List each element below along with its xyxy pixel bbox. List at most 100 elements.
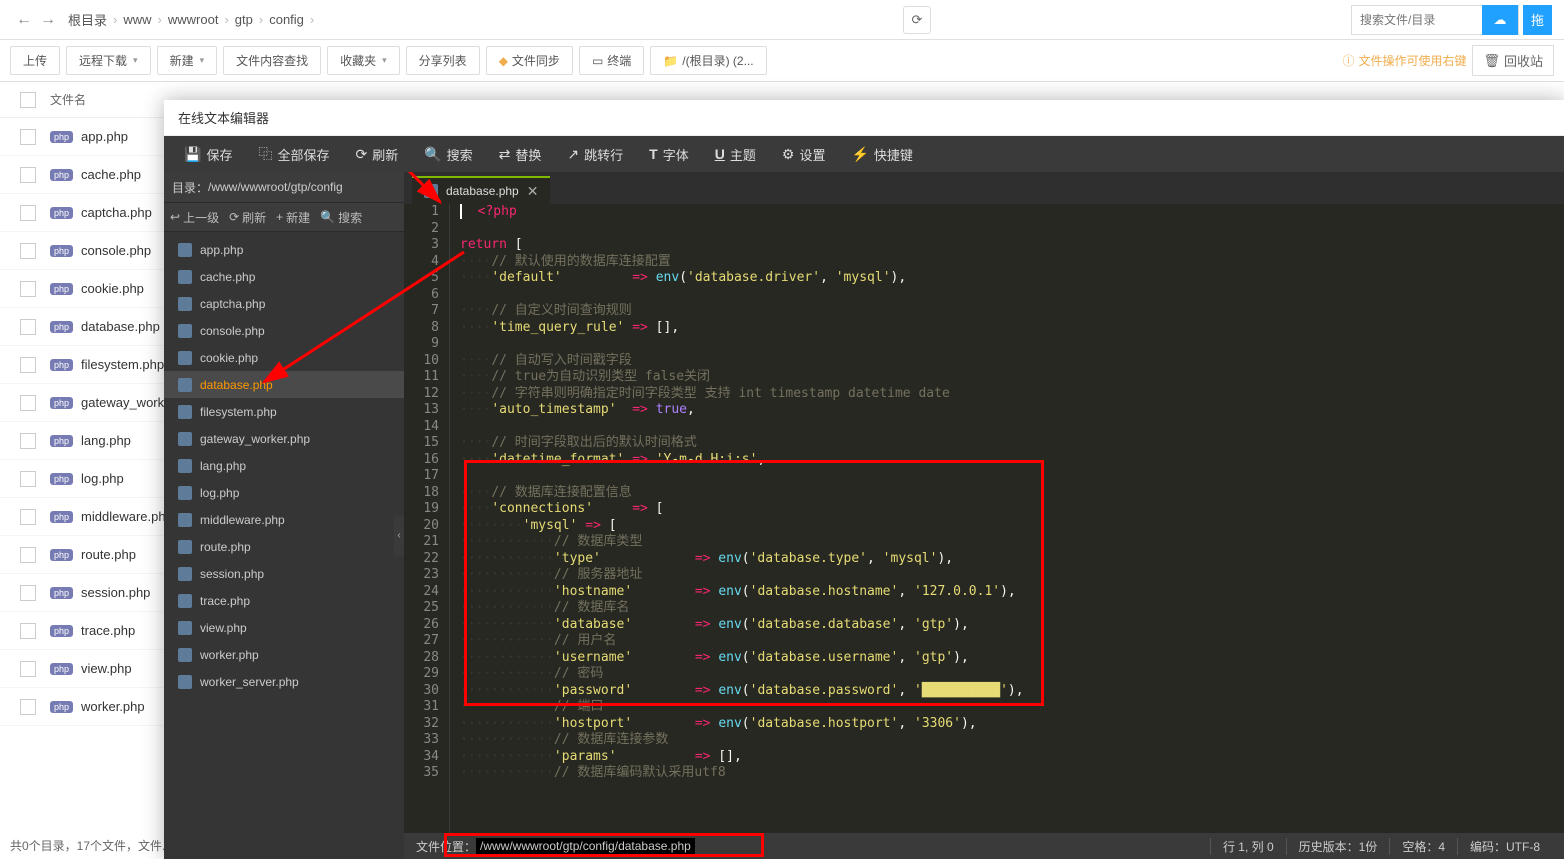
row-checkbox[interactable]: [20, 281, 36, 297]
select-all-checkbox[interactable]: [20, 92, 36, 108]
row-checkbox[interactable]: [20, 167, 36, 183]
tree-item[interactable]: filesystem.php: [164, 398, 404, 425]
close-icon[interactable]: ✕: [527, 183, 539, 200]
row-checkbox[interactable]: [20, 243, 36, 259]
tree-item[interactable]: worker_server.php: [164, 668, 404, 695]
tree-item-label: lang.php: [200, 459, 246, 473]
php-icon: php: [50, 435, 73, 447]
search-input[interactable]: [1352, 13, 1482, 27]
tree-item[interactable]: trace.php: [164, 587, 404, 614]
goto-icon: ↗: [567, 146, 579, 163]
new-button[interactable]: 新建: [157, 46, 218, 75]
tree-item[interactable]: route.php: [164, 533, 404, 560]
file-sync-button[interactable]: ◆文件同步: [486, 46, 573, 75]
upload-button[interactable]: 上传: [10, 46, 60, 75]
breadcrumb-item[interactable]: gtp: [235, 12, 253, 27]
tree-item[interactable]: worker.php: [164, 641, 404, 668]
row-checkbox[interactable]: [20, 395, 36, 411]
editor-goto-button[interactable]: ↗跳转行: [555, 139, 635, 170]
trash-button[interactable]: 🗑回收站: [1472, 45, 1554, 76]
row-checkbox[interactable]: [20, 205, 36, 221]
php-file-icon: [178, 243, 192, 257]
file-name: view.php: [81, 661, 132, 676]
editor-search-button[interactable]: 🔍搜索: [412, 139, 484, 170]
breadcrumb-root[interactable]: 根目录: [68, 10, 107, 29]
row-checkbox[interactable]: [20, 661, 36, 677]
row-checkbox[interactable]: [20, 471, 36, 487]
tree-item-label: session.php: [200, 567, 264, 581]
nav-back-icon[interactable]: ←: [12, 8, 36, 32]
tree-item[interactable]: console.php: [164, 317, 404, 344]
share-list-button[interactable]: 分享列表: [406, 46, 480, 75]
tree-path: 目录：/www/wwwroot/gtp/config: [164, 172, 404, 202]
root-dir-button[interactable]: 📁/(根目录) (2...: [650, 46, 766, 75]
editor-refresh-button[interactable]: ⟳刷新: [343, 139, 410, 170]
tree-item[interactable]: middleware.php: [164, 506, 404, 533]
editor-settings-button[interactable]: ⚙设置: [770, 139, 838, 170]
breadcrumb-item[interactable]: wwwroot: [168, 12, 219, 27]
editor-tabs: database.php ✕: [404, 172, 1564, 204]
tree-up-button[interactable]: ↩ 上一级: [170, 209, 219, 226]
collapse-handle[interactable]: ‹: [394, 516, 404, 556]
editor-font-button[interactable]: T字体: [637, 139, 701, 170]
tree-item[interactable]: session.php: [164, 560, 404, 587]
editor-tab[interactable]: database.php ✕: [412, 176, 550, 204]
tree-item[interactable]: log.php: [164, 479, 404, 506]
status-file-path: /www/wwwroot/gtp/config/database.php: [476, 838, 695, 854]
tree-item[interactable]: cookie.php: [164, 344, 404, 371]
tree-item[interactable]: captcha.php: [164, 290, 404, 317]
file-name: captcha.php: [81, 205, 152, 220]
file-name: trace.php: [81, 623, 135, 638]
terminal-button[interactable]: ▭终端: [579, 46, 644, 75]
editor-theme-button[interactable]: U主题: [703, 139, 768, 170]
row-checkbox[interactable]: [20, 319, 36, 335]
file-name: database.php: [81, 319, 160, 334]
row-checkbox[interactable]: [20, 623, 36, 639]
cloud-icon[interactable]: ☁: [1482, 5, 1518, 35]
favorites-button[interactable]: 收藏夹: [327, 46, 400, 75]
tree-item[interactable]: app.php: [164, 236, 404, 263]
editor-shortcuts-button[interactable]: ⚡快捷键: [839, 139, 924, 170]
breadcrumb-item[interactable]: www: [123, 12, 151, 27]
row-checkbox[interactable]: [20, 433, 36, 449]
php-file-icon: [178, 540, 192, 554]
replace-icon: ⇄: [499, 146, 511, 163]
tree-item[interactable]: view.php: [164, 614, 404, 641]
tree-item-label: gateway_worker.php: [200, 432, 310, 446]
php-file-icon: [178, 459, 192, 473]
row-checkbox[interactable]: [20, 699, 36, 715]
tree-item[interactable]: lang.php: [164, 452, 404, 479]
tree-item[interactable]: cache.php: [164, 263, 404, 290]
tree-search-button[interactable]: 🔍 搜索: [320, 209, 362, 226]
tree-item-label: worker_server.php: [200, 675, 299, 689]
editor-save-button[interactable]: 💾保存: [172, 139, 244, 170]
row-checkbox[interactable]: [20, 585, 36, 601]
code-editor[interactable]: 1234567891011121314151617181920212223242…: [404, 204, 1564, 833]
tree-item-label: console.php: [200, 324, 265, 338]
top-bar: ← → 根目录 › www › wwwroot › gtp › config ›…: [0, 0, 1564, 40]
remote-download-button[interactable]: 远程下载: [66, 46, 151, 75]
content-search-button[interactable]: 文件内容查找: [223, 46, 321, 75]
tree-item[interactable]: gateway_worker.php: [164, 425, 404, 452]
php-file-icon: [178, 594, 192, 608]
editor-save-all-button[interactable]: ⿻全部保存: [246, 138, 341, 170]
refresh-button[interactable]: ⟳: [903, 6, 931, 34]
php-file-icon: [178, 675, 192, 689]
tree-new-button[interactable]: + 新建: [276, 209, 310, 226]
row-checkbox[interactable]: [20, 547, 36, 563]
row-checkbox[interactable]: [20, 509, 36, 525]
tree-item-label: route.php: [200, 540, 251, 554]
row-checkbox[interactable]: [20, 129, 36, 145]
tree-item[interactable]: database.php: [164, 371, 404, 398]
editor-main: ‹ database.php ✕ 12345678910111213141516…: [404, 172, 1564, 859]
nav-forward-icon[interactable]: →: [36, 8, 60, 32]
tree-item-label: worker.php: [200, 648, 259, 662]
tree-refresh-button[interactable]: ⟳ 刷新: [229, 209, 266, 226]
breadcrumb-item[interactable]: config: [269, 12, 304, 27]
status-history[interactable]: 历史版本：1份: [1286, 838, 1390, 855]
editor-replace-button[interactable]: ⇄替换: [487, 139, 554, 170]
php-file-icon: [178, 405, 192, 419]
php-file-icon: [178, 297, 192, 311]
drag-button[interactable]: 拖: [1523, 5, 1552, 35]
row-checkbox[interactable]: [20, 357, 36, 373]
